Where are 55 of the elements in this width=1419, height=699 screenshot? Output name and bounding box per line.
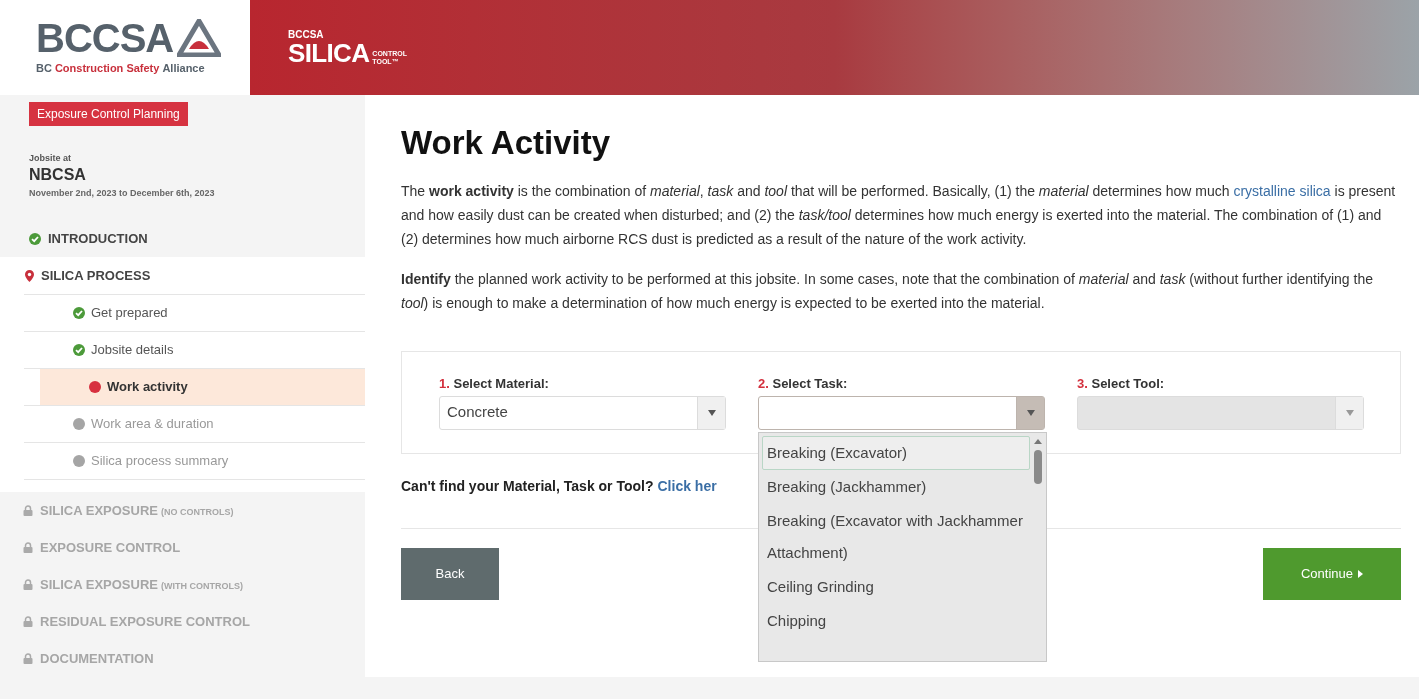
sidebar-section: RESIDUAL EXPOSURE CONTROL bbox=[0, 603, 365, 640]
paragraph: The work activity is the combination of material, task and tool that will be performed. Basically, (1) the material determines how much crystalline silica is present and how easily dust can be created when disturbed; and (2) the task/tool determines how much energy is exerted into the material. The combination of (1) and (2) determines how much airborne RCS dust is predicted as a result of the nature of the work activity. bbox=[401, 182, 1397, 249]
sidebar-step[interactable]: Get prepared bbox=[24, 295, 365, 331]
lock-icon bbox=[23, 616, 33, 627]
check-circle-icon bbox=[73, 344, 85, 356]
sidebar-section[interactable]: INTRODUCTION bbox=[0, 220, 365, 257]
help-link[interactable]: Click her bbox=[657, 476, 717, 497]
select-field[interactable] bbox=[758, 395, 1045, 430]
jobsite-dates: November 2nd, 2023 to December 6th, 2023 bbox=[29, 186, 215, 200]
lock-icon bbox=[23, 579, 33, 590]
field-label: 3. Select Tool: bbox=[1077, 375, 1166, 393]
sidebar-section: SILICA EXPOSURE (WITH CONTROLS) bbox=[0, 566, 365, 603]
select-field[interactable]: Concrete bbox=[439, 395, 726, 430]
continue-button[interactable]: Continue bbox=[1263, 548, 1401, 600]
lock-icon bbox=[23, 653, 33, 664]
map-pin-icon bbox=[25, 269, 34, 282]
caret-icon bbox=[1335, 396, 1363, 429]
sidebar-section: SILICA EXPOSURE (NO CONTROLS) bbox=[0, 492, 365, 529]
sidebar-step[interactable]: Work activity bbox=[40, 369, 365, 405]
scroll-up-icon[interactable] bbox=[1034, 439, 1042, 444]
page-title: Work Activity bbox=[401, 123, 612, 163]
plan-badge: Exposure Control Planning bbox=[29, 102, 188, 126]
dropdown-option[interactable]: Chipping bbox=[762, 604, 1030, 638]
caret-icon bbox=[697, 396, 725, 429]
lock-icon bbox=[23, 542, 33, 553]
back-button[interactable]: Back bbox=[401, 548, 499, 600]
dropdown-option[interactable]: Breaking (Excavator) bbox=[762, 436, 1030, 470]
logo-wordmark: BCCSA bbox=[36, 18, 174, 59]
dot-icon bbox=[89, 381, 101, 393]
dropdown-option[interactable]: Breaking (Jackhammer) bbox=[762, 470, 1030, 504]
caret-icon bbox=[1016, 396, 1044, 429]
logo-tagline: BC Construction Safety Alliance bbox=[36, 61, 206, 77]
play-icon bbox=[1358, 570, 1363, 578]
sidebar-section: EXPOSURE CONTROL bbox=[0, 529, 365, 566]
dropdown-option[interactable]: Ceiling Grinding bbox=[762, 570, 1030, 604]
lock-icon bbox=[23, 505, 33, 516]
link[interactable]: crystalline silica bbox=[1233, 183, 1331, 199]
jobsite-label: Jobsite at bbox=[29, 152, 71, 165]
scrollbar-thumb[interactable] bbox=[1034, 450, 1042, 484]
sidebar-section: DOCUMENTATION bbox=[0, 640, 365, 677]
sidebar-section[interactable]: SILICA PROCESS bbox=[0, 257, 365, 294]
dropdown-option[interactable]: Breaking (Excavator with Jackhammer Attachment) bbox=[762, 504, 1030, 570]
paragraph: Identify the planned work activity to be performed at this jobsite. In some cases, note that the combination of material and task (without further identifying the tool) is enough to make a determination of how much energy is expected to be exerted into the material. bbox=[401, 270, 1374, 313]
sidebar-step[interactable]: Jobsite details bbox=[24, 332, 365, 368]
check-circle-icon bbox=[73, 307, 85, 319]
help-question: Can't find your Material, Task or Tool? bbox=[401, 477, 654, 496]
field-label: 2. Select Task: bbox=[758, 375, 849, 393]
dot-icon bbox=[73, 418, 85, 430]
jobsite-name: NBCSA bbox=[29, 165, 86, 184]
dot-icon bbox=[73, 455, 85, 467]
field-label: 1. Select Material: bbox=[439, 375, 550, 393]
banner-product: SILICA bbox=[288, 39, 370, 66]
triangle-logo-icon bbox=[177, 19, 222, 58]
check-circle-icon bbox=[29, 232, 41, 245]
banner-brand: BCCSA bbox=[288, 29, 325, 40]
